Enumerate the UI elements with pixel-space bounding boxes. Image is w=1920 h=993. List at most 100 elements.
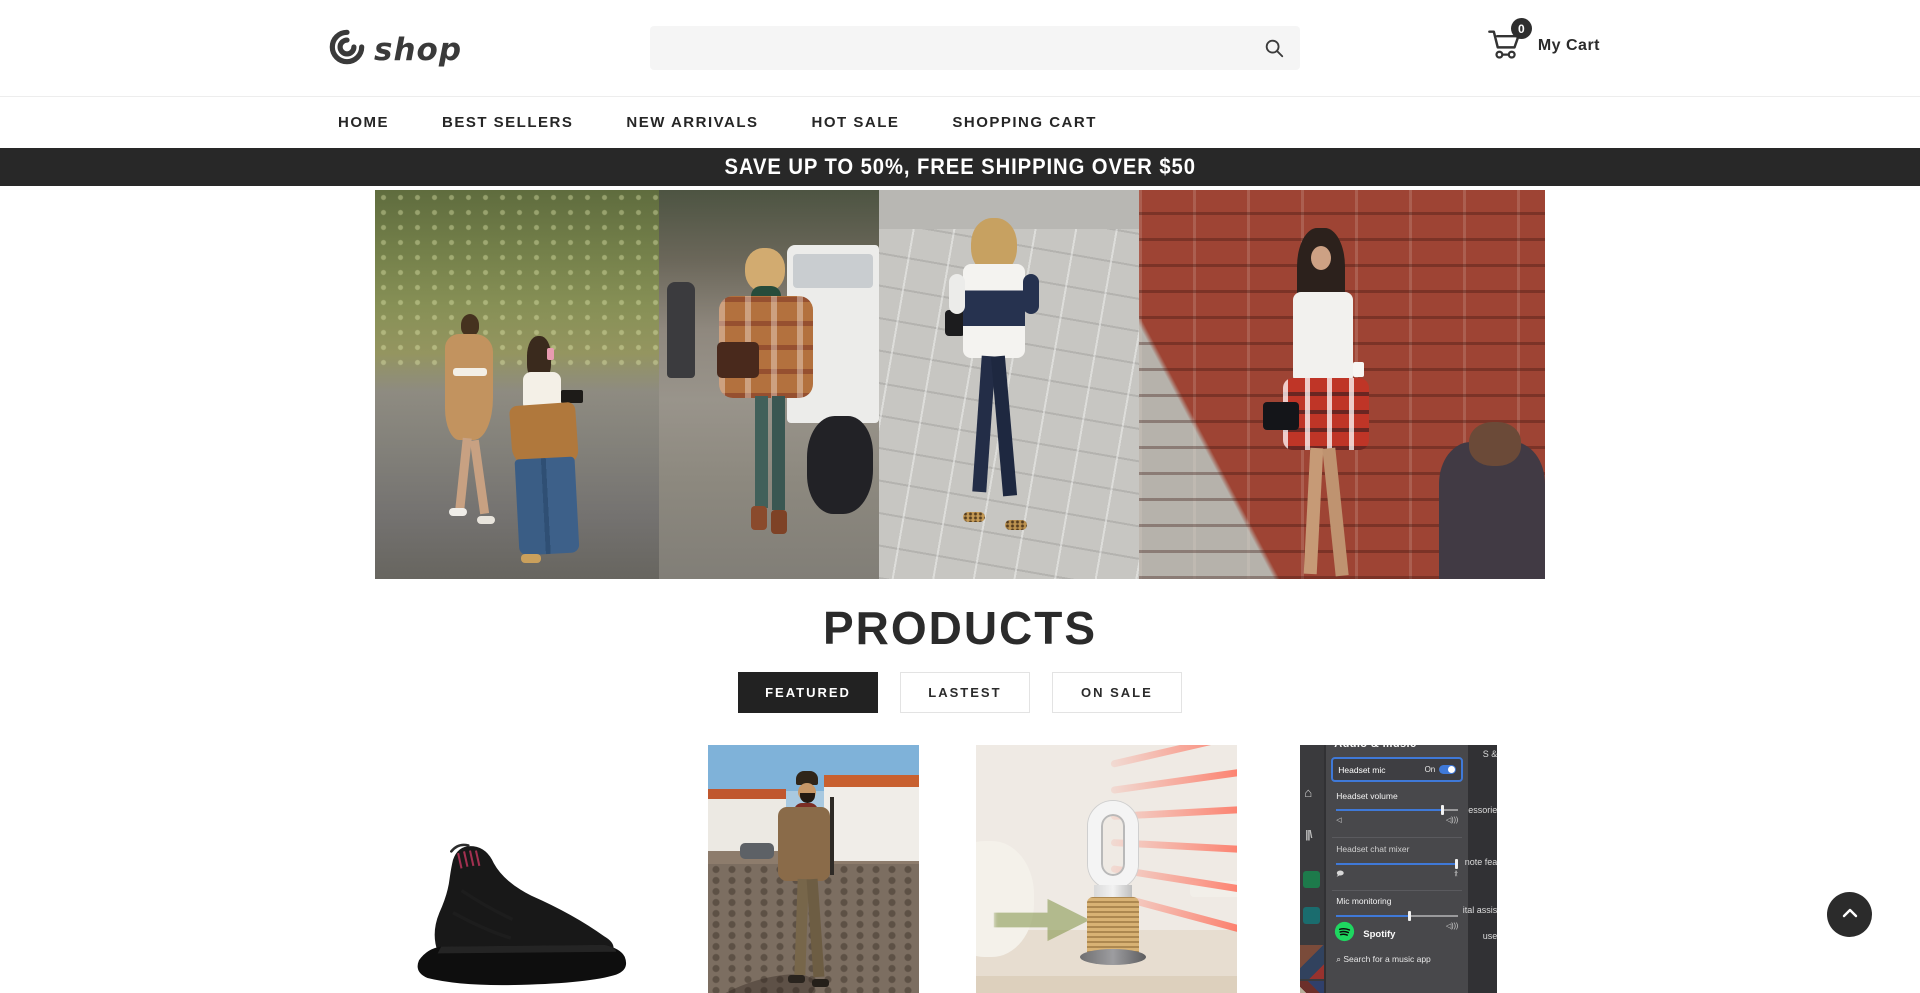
decor-fan-ring [1088,801,1138,889]
decor-handbag [717,342,759,378]
decor-shape [521,554,541,563]
sneaker-illustration [402,831,640,993]
mic-monitoring-slider [1336,915,1458,917]
nav-item-new-arrivals[interactable]: NEW ARRIVALS [626,114,758,131]
decor-shape [755,396,768,508]
main-nav: HOME BEST SELLERS NEW ARRIVALS HOT SALE … [0,97,1920,148]
decor-shape [449,508,467,516]
decor-leopard-shoe [963,512,985,522]
search-icon[interactable] [1248,26,1300,70]
product-image-audio-settings[interactable]: ⌂ ||\ Audio & music Headset mic On Heads… [1300,745,1497,993]
products-title: PRODUCTS [0,601,1920,655]
product-image-street-outfit[interactable] [708,745,919,993]
decor-shape [1311,246,1331,270]
hero-photo-street-style-women[interactable] [375,190,659,579]
nav-item-hot-sale[interactable]: HOT SALE [812,114,900,131]
product-image-fan-heater[interactable] [976,745,1237,993]
decor-shape [1080,949,1146,965]
slider-knob-icon [1455,859,1458,869]
cart[interactable]: 0 My Cart [1486,26,1600,66]
decor-shape [772,396,785,510]
nav-item-home[interactable]: HOME [338,114,389,131]
divider [1332,837,1462,838]
decor-colorblock-tee [963,264,1025,358]
logo-swirl-icon [328,28,366,71]
hero-photo-plaid-poncho[interactable] [659,190,879,579]
headset-volume-slider [1336,809,1458,811]
decor-tile [1303,871,1320,888]
mic-monitoring-label: Mic monitoring [1336,896,1391,906]
volume-min-max-icons: ◁◁))) [1336,816,1458,824]
decor-fan-body [1087,897,1139,953]
decor-shape [477,516,495,524]
nav-item-best-sellers[interactable]: BEST SELLERS [442,114,573,131]
decor-shape [455,438,471,511]
decor-jeans [515,456,580,555]
promo-banner: SAVE UP TO 50%, FREE SHIPPING OVER $50 [0,148,1920,186]
decor-white-tee [1293,292,1353,384]
promo-banner-text: SAVE UP TO 50%, FREE SHIPPING OVER $50 [724,154,1195,180]
tab-featured[interactable]: FEATURED [738,672,878,713]
logo[interactable]: shop [328,28,462,71]
decor-clutch [561,390,583,403]
product-grid: ⌂ ||\ Audio & music Headset mic On Heads… [375,745,1545,993]
chat-mixer-icons: 🗩𐀪 [1336,870,1458,881]
decor-building [708,789,786,851]
search-input[interactable] [650,26,1248,70]
decor-shape [949,274,965,314]
library-icon: ||\ [1305,829,1311,841]
decor-shape [793,254,873,288]
hero-collage [375,190,1545,579]
decor-shape [800,793,815,803]
bg-text-fragment: note fea [1465,857,1498,867]
headset-mic-state: On [1425,765,1436,774]
decor-car [740,843,774,859]
decor-armchair [976,841,1034,957]
nav-item-shopping-cart[interactable]: SHOPPING CART [952,114,1097,131]
product-cell [668,745,961,993]
decor-trash-bag [807,416,873,514]
bg-text-fragment: ital assis [1463,905,1498,915]
tab-on-sale[interactable]: ON SALE [1052,672,1182,713]
decor-shape [991,356,1017,497]
spotify-label: Spotify [1363,929,1395,940]
decor-shape [751,506,767,530]
hero-photo-brick-wall[interactable] [1139,190,1545,579]
decor-thumbnail [1300,945,1324,979]
decor-shape [461,314,479,336]
product-tabs: FEATURED LASTEST ON SALE [0,672,1920,713]
decor-shape [470,440,489,515]
divider [1332,890,1462,891]
spotify-row: Spotify [1334,921,1395,947]
decor-phone [547,348,554,360]
slider-knob-icon [1441,805,1444,815]
audio-panel-title: Audio & music [1334,745,1454,750]
page: shop [0,0,1920,993]
decor-lamp-post [830,797,834,875]
decor-black-bag [1263,402,1299,430]
product-cell: ⌂ ||\ Audio & music Headset mic On Heads… [1253,745,1546,993]
search-music-row: ⌕ Search for a music app [1336,954,1431,965]
cart-label: My Cart [1538,37,1600,55]
decor-heat-ray [1111,745,1237,768]
decor-tweed-jacket [778,807,830,881]
search-bar [650,26,1300,70]
decor-shape [788,975,805,983]
decor-shape [1469,422,1521,466]
hero-photo-colorblock-tee[interactable] [879,190,1139,579]
decor-shape [1322,448,1348,577]
cart-icon [1486,49,1524,66]
scroll-to-top-button[interactable] [1827,892,1872,937]
slider-knob-icon [1408,911,1411,921]
tab-lastest[interactable]: LASTEST [900,672,1030,713]
product-cell [960,745,1253,993]
site-header: shop [0,0,1920,97]
decor-shape [1023,274,1039,314]
decor-shape [1304,448,1324,575]
headset-mic-label: Headset mic [1338,765,1420,775]
search-music-label: Search for a music app [1343,954,1430,964]
chevron-up-icon [1841,907,1859,922]
decor-heat-ray [1111,768,1237,794]
headset-volume-label: Headset volume [1336,791,1397,801]
product-image-black-sneaker[interactable] [380,745,662,993]
